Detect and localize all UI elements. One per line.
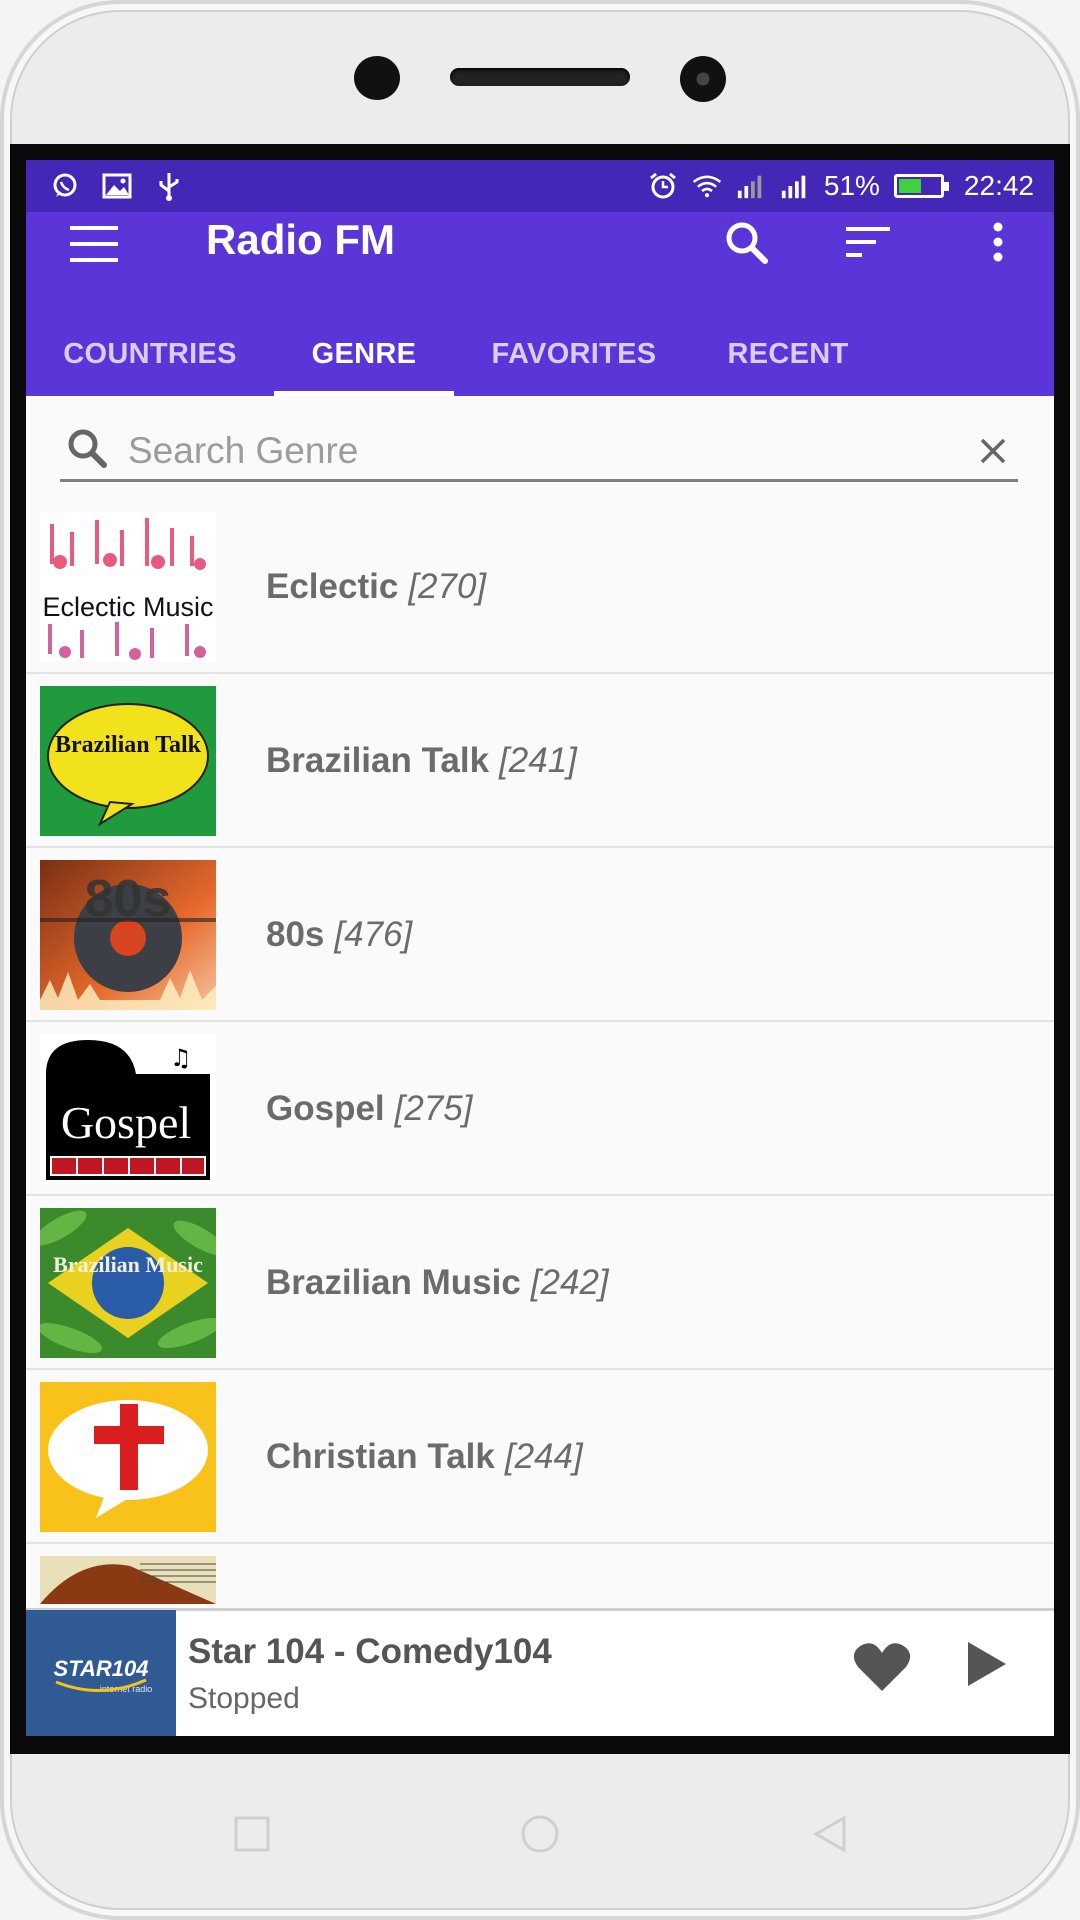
partial-thumbnail xyxy=(40,1556,216,1604)
genre-row-brazilian-talk[interactable]: Brazilian Talk Brazilian Talk [241] xyxy=(26,674,1054,848)
search-icon xyxy=(66,427,108,474)
app-screen: 51% 22:42 Radio FM COUNTRIES GENRE FAVOR… xyxy=(26,160,1054,1736)
svg-text:♫: ♫ xyxy=(170,1044,192,1072)
tab-recent[interactable]: RECENT xyxy=(694,312,882,396)
genre-count: [270] xyxy=(408,567,487,606)
genre-name: Gospel xyxy=(266,1089,385,1128)
station-logo-text: STAR104 xyxy=(54,1656,149,1681)
eclectic-art-text: Eclectic Music xyxy=(42,592,213,622)
alarm-icon xyxy=(648,171,678,201)
genre-label: Eclectic [270] xyxy=(266,500,486,674)
genre-label: Brazilian Talk [241] xyxy=(266,674,577,848)
80s-thumbnail: 80s xyxy=(40,860,216,1010)
genre-label: 80s [476] xyxy=(266,848,412,1022)
home-icon[interactable] xyxy=(518,1812,562,1856)
mini-player[interactable]: STAR104 internet radio Star 104 - Comedy… xyxy=(26,1608,1054,1736)
heart-icon[interactable] xyxy=(852,1641,922,1705)
menu-icon[interactable] xyxy=(64,220,124,268)
player-info: Star 104 - Comedy104 Stopped xyxy=(188,1632,552,1716)
genre-name: Brazilian Music xyxy=(266,1263,521,1302)
genre-row-80s[interactable]: 80s 80s [476] xyxy=(26,848,1054,1022)
gallery-icon xyxy=(102,171,132,201)
genre-name: Christian Talk xyxy=(266,1437,495,1476)
genre-name: 80s xyxy=(266,915,325,954)
app-title: Radio FM xyxy=(206,216,395,263)
clear-icon[interactable] xyxy=(968,426,1018,476)
genre-count: [275] xyxy=(394,1089,473,1128)
genre-label: Brazilian Music [242] xyxy=(266,1196,609,1370)
80s-art-text: 80s xyxy=(85,870,172,928)
whatsapp-icon xyxy=(50,171,80,201)
station-name: Star 104 - Comedy104 xyxy=(188,1631,552,1671)
wifi-icon xyxy=(692,171,722,201)
genre-label: Christian Talk [244] xyxy=(266,1370,583,1544)
genre-row-brazilian-music[interactable]: Brazilian Music Brazilian Music [242] xyxy=(26,1196,1054,1370)
battery-icon xyxy=(893,174,949,198)
brazilian-talk-art-line1: Brazilian Talk xyxy=(55,732,202,758)
genre-row-eclectic[interactable]: Eclectic Music Eclectic [270] xyxy=(26,500,1054,674)
signal-icon xyxy=(736,171,766,201)
more-vert-icon[interactable] xyxy=(968,212,1028,272)
app-bar: Radio FM COUNTRIES GENRE FAVORITES RECEN… xyxy=(26,212,1054,396)
tab-favorites[interactable]: FAVORITES xyxy=(454,312,694,396)
station-logo: STAR104 internet radio xyxy=(26,1609,176,1736)
usb-icon xyxy=(154,171,184,201)
gospel-art-text: Gospel xyxy=(61,1097,191,1148)
eclectic-thumbnail: Eclectic Music xyxy=(40,512,216,662)
search-icon[interactable] xyxy=(716,212,776,272)
genre-row-christian-talk[interactable]: Christian Talk [244] xyxy=(26,1370,1054,1544)
phone-frame: 51% 22:42 Radio FM COUNTRIES GENRE FAVOR… xyxy=(0,0,1080,1920)
playback-status: Stopped xyxy=(188,1681,300,1715)
genre-list: Eclectic Music Eclectic [270] Brazilian … xyxy=(26,500,1054,1604)
genre-count: [476] xyxy=(334,915,413,954)
genre-row-gospel[interactable]: ♫ Gospel Gospel [275] xyxy=(26,1022,1054,1196)
search-input[interactable] xyxy=(128,429,968,472)
genre-row-partial[interactable] xyxy=(26,1544,1054,1604)
back-icon[interactable] xyxy=(808,1812,852,1856)
battery-percent: 51% xyxy=(823,170,880,201)
signal-icon xyxy=(780,171,810,201)
tab-bar: COUNTRIES GENRE FAVORITES RECENT xyxy=(26,312,1054,396)
clock: 22:42 xyxy=(963,170,1034,201)
brazilian-music-thumbnail: Brazilian Music xyxy=(40,1208,216,1358)
sort-icon[interactable] xyxy=(838,212,898,272)
genre-count: [241] xyxy=(499,741,577,780)
proximity-sensor xyxy=(354,56,400,100)
genre-name: Eclectic xyxy=(266,567,399,606)
recent-apps-icon[interactable] xyxy=(230,1812,274,1856)
play-icon[interactable] xyxy=(964,1639,1024,1709)
christian-talk-thumbnail xyxy=(40,1382,216,1532)
brazilian-talk-thumbnail: Brazilian Talk xyxy=(40,686,216,836)
brazilian-music-art-text: Brazilian Music xyxy=(53,1252,203,1277)
genre-count: [244] xyxy=(504,1437,583,1476)
genre-count: [242] xyxy=(530,1263,609,1302)
status-bar: 51% 22:42 xyxy=(26,160,1054,212)
genre-name: Brazilian Talk xyxy=(266,741,490,780)
front-camera xyxy=(680,56,726,102)
genre-label: Gospel [275] xyxy=(266,1022,473,1196)
search-bar xyxy=(60,422,1018,482)
earpiece xyxy=(450,68,630,86)
gospel-thumbnail: ♫ Gospel xyxy=(40,1034,216,1184)
tab-countries[interactable]: COUNTRIES xyxy=(26,312,274,396)
tab-genre[interactable]: GENRE xyxy=(274,312,454,396)
